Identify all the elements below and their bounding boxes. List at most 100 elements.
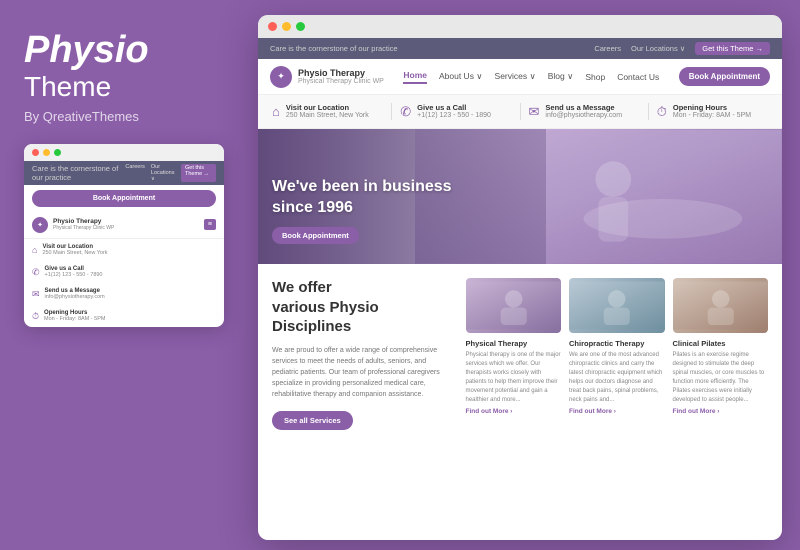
nav-shop[interactable]: Shop <box>585 72 605 82</box>
info-bar: ⌂ Visit our Location 250 Main Street, Ne… <box>258 95 782 129</box>
service-cp-link[interactable]: Find out More › <box>673 408 769 415</box>
info-location-icon: ⌂ <box>272 104 280 119</box>
mini-email-label: Send us a Message <box>45 288 105 294</box>
nav-links: Home About Us ∨ Services ∨ Blog ∨ Shop C… <box>403 70 659 84</box>
mini-dot-green <box>54 149 61 156</box>
info-hours-value: Mon - Friday: 8AM - 5PM <box>673 112 751 119</box>
mini-book-btn[interactable]: Book Appointment <box>32 190 216 207</box>
mini-hours-row: ⏱ Opening Hours Mon - Friday: 8AM - 5PM <box>24 305 224 327</box>
nav-services[interactable]: Services ∨ <box>495 71 536 82</box>
service-ct-link[interactable]: Find out More › <box>569 408 665 415</box>
nav-brand: ✦ Physio Therapy Physical Therapy Clinic… <box>270 66 384 88</box>
mini-location-value: 250 Main Street, New York <box>42 250 107 256</box>
main-browser-bar <box>258 15 782 38</box>
mini-phone-value: +1(12) 123 - 550 - 7890 <box>45 272 103 278</box>
info-phone-label: Give us a Call <box>417 103 491 112</box>
mini-hamburger-icon[interactable]: ≡ <box>204 219 216 230</box>
nav-brand-sub: Physical Therapy Clinic WP <box>298 78 384 85</box>
mini-hours-text: Opening Hours Mon - Friday: 8AM - 5PM <box>44 310 105 322</box>
nav-about[interactable]: About Us ∨ <box>439 71 483 82</box>
services-title: We offer various Physio Disciplines <box>272 278 454 337</box>
brand-theme: Theme <box>24 72 224 103</box>
info-email: ✉ Send us a Message info@physiotherapy.c… <box>529 103 640 120</box>
left-panel: Physio Theme By QreativeThemes Care is t… <box>0 0 248 550</box>
service-card-ct: Chiropractic Therapy We are one of the m… <box>569 278 665 430</box>
info-divider-1 <box>391 103 392 120</box>
nav-home[interactable]: Home <box>403 70 427 84</box>
nav-brand-icon: ✦ <box>270 66 292 88</box>
info-email-icon: ✉ <box>529 104 540 120</box>
service-img-pt <box>466 278 562 333</box>
info-phone: ✆ Give us a Call +1(12) 123 - 550 - 1890 <box>400 103 511 120</box>
info-phone-value: +1(12) 123 - 550 - 1890 <box>417 112 491 119</box>
hero-book-btn[interactable]: Book Appointment <box>272 227 359 244</box>
utility-bar: Care is the cornerstone of our practice … <box>258 38 782 59</box>
mini-dot-yellow <box>43 149 50 156</box>
services-section: We offer various Physio Disciplines We a… <box>258 264 782 444</box>
mini-brand-row: ✦ Physio Therapy Physical Therapy Clinic… <box>24 212 224 239</box>
mini-brand-text: Physio Therapy Physical Therapy Clinic W… <box>53 218 204 231</box>
services-desc: We are proud to offer a wide range of co… <box>272 345 454 401</box>
mini-hours-value: Mon - Friday: 8AM - 5PM <box>44 316 105 322</box>
brand-by: By QreativeThemes <box>24 109 224 124</box>
info-hours: ⏱ Opening Hours Mon - Friday: 8AM - 5PM <box>657 103 768 120</box>
info-hours-label: Opening Hours <box>673 103 751 112</box>
info-hours-text: Opening Hours Mon - Friday: 8AM - 5PM <box>673 103 751 119</box>
utility-links: Careers Our Locations ∨ Get this Theme → <box>594 42 770 55</box>
main-dot-yellow <box>282 22 291 31</box>
info-phone-text: Give us a Call +1(12) 123 - 550 - 1890 <box>417 103 491 119</box>
nav-contact[interactable]: Contact Us <box>617 72 659 82</box>
main-dot-red <box>268 22 277 31</box>
services-left: We offer various Physio Disciplines We a… <box>272 278 454 430</box>
mini-topbar-links: Careers Our Locations ∨ Get this Theme → <box>125 164 216 182</box>
main-dot-green <box>296 22 305 31</box>
service-img-cp <box>673 278 769 333</box>
service-pt-link[interactable]: Find out More › <box>466 408 562 415</box>
brand-title: Physio Theme By QreativeThemes <box>24 30 224 124</box>
see-all-services-btn[interactable]: See all Services <box>272 411 353 430</box>
hero-section: We've been in business since 1996 Book A… <box>258 129 782 264</box>
mini-phone-text: Give us a Call +1(12) 123 - 550 - 7890 <box>45 266 103 278</box>
service-ct-desc: We are one of the most advanced chiropra… <box>569 351 665 405</box>
mini-email-row: ✉ Send us a Message info@physiotherapy.c… <box>24 283 224 305</box>
mini-email-text: Send us a Message info@physiotherapy.com <box>45 288 105 300</box>
mini-brand-sub: Physical Therapy Clinic WP <box>53 225 204 231</box>
nav-blog[interactable]: Blog ∨ <box>548 71 574 82</box>
hero-content: We've been in business since 1996 Book A… <box>272 177 452 244</box>
mini-careers-link[interactable]: Careers <box>125 164 145 182</box>
mini-browser: Care is the cornerstone of our practice … <box>24 144 224 327</box>
pt-image <box>466 278 562 333</box>
mini-brand-name: Physio Therapy <box>53 218 204 225</box>
utility-tagline: Care is the cornerstone of our practice <box>270 44 398 53</box>
mini-browser-bar <box>24 144 224 161</box>
service-card-pt: Physical Therapy Physical therapy is one… <box>466 278 562 430</box>
mini-location-icon: ⌂ <box>32 245 37 255</box>
service-img-ct <box>569 278 665 333</box>
info-location-label: Visit our Location <box>286 103 369 112</box>
hero-title: We've been in business since 1996 <box>272 177 452 219</box>
info-email-label: Send us a Message <box>545 103 622 112</box>
info-phone-icon: ✆ <box>400 104 411 120</box>
nav-book-btn[interactable]: Book Appointment <box>679 67 770 86</box>
mini-topbar: Care is the cornerstone of our practice … <box>24 161 224 185</box>
info-location-text: Visit our Location 250 Main Street, New … <box>286 103 369 119</box>
service-ct-title: Chiropractic Therapy <box>569 339 665 348</box>
get-theme-btn[interactable]: Get this Theme → <box>695 42 770 55</box>
services-cards: Physical Therapy Physical therapy is one… <box>466 278 769 430</box>
mini-phone-icon: ✆ <box>32 267 40 278</box>
mini-get-theme-btn[interactable]: Get this Theme → <box>181 164 216 182</box>
info-divider-3 <box>648 103 649 120</box>
careers-link[interactable]: Careers <box>594 44 621 53</box>
locations-link[interactable]: Our Locations ∨ <box>631 44 685 53</box>
info-location: ⌂ Visit our Location 250 Main Street, Ne… <box>272 103 383 120</box>
ct-image <box>569 278 665 333</box>
service-pt-desc: Physical therapy is one of the major ser… <box>466 351 562 405</box>
info-location-value: 250 Main Street, New York <box>286 112 369 119</box>
info-email-text: Send us a Message info@physiotherapy.com <box>545 103 622 119</box>
mini-location-text: Visit our Location 250 Main Street, New … <box>42 244 107 256</box>
mini-location-row: ⌂ Visit our Location 250 Main Street, Ne… <box>24 239 224 261</box>
mini-locations-link[interactable]: Our Locations ∨ <box>151 164 175 182</box>
mini-email-value: info@physiotherapy.com <box>45 294 105 300</box>
service-cp-title: Clinical Pilates <box>673 339 769 348</box>
service-card-cp: Clinical Pilates Pilates is an exercise … <box>673 278 769 430</box>
